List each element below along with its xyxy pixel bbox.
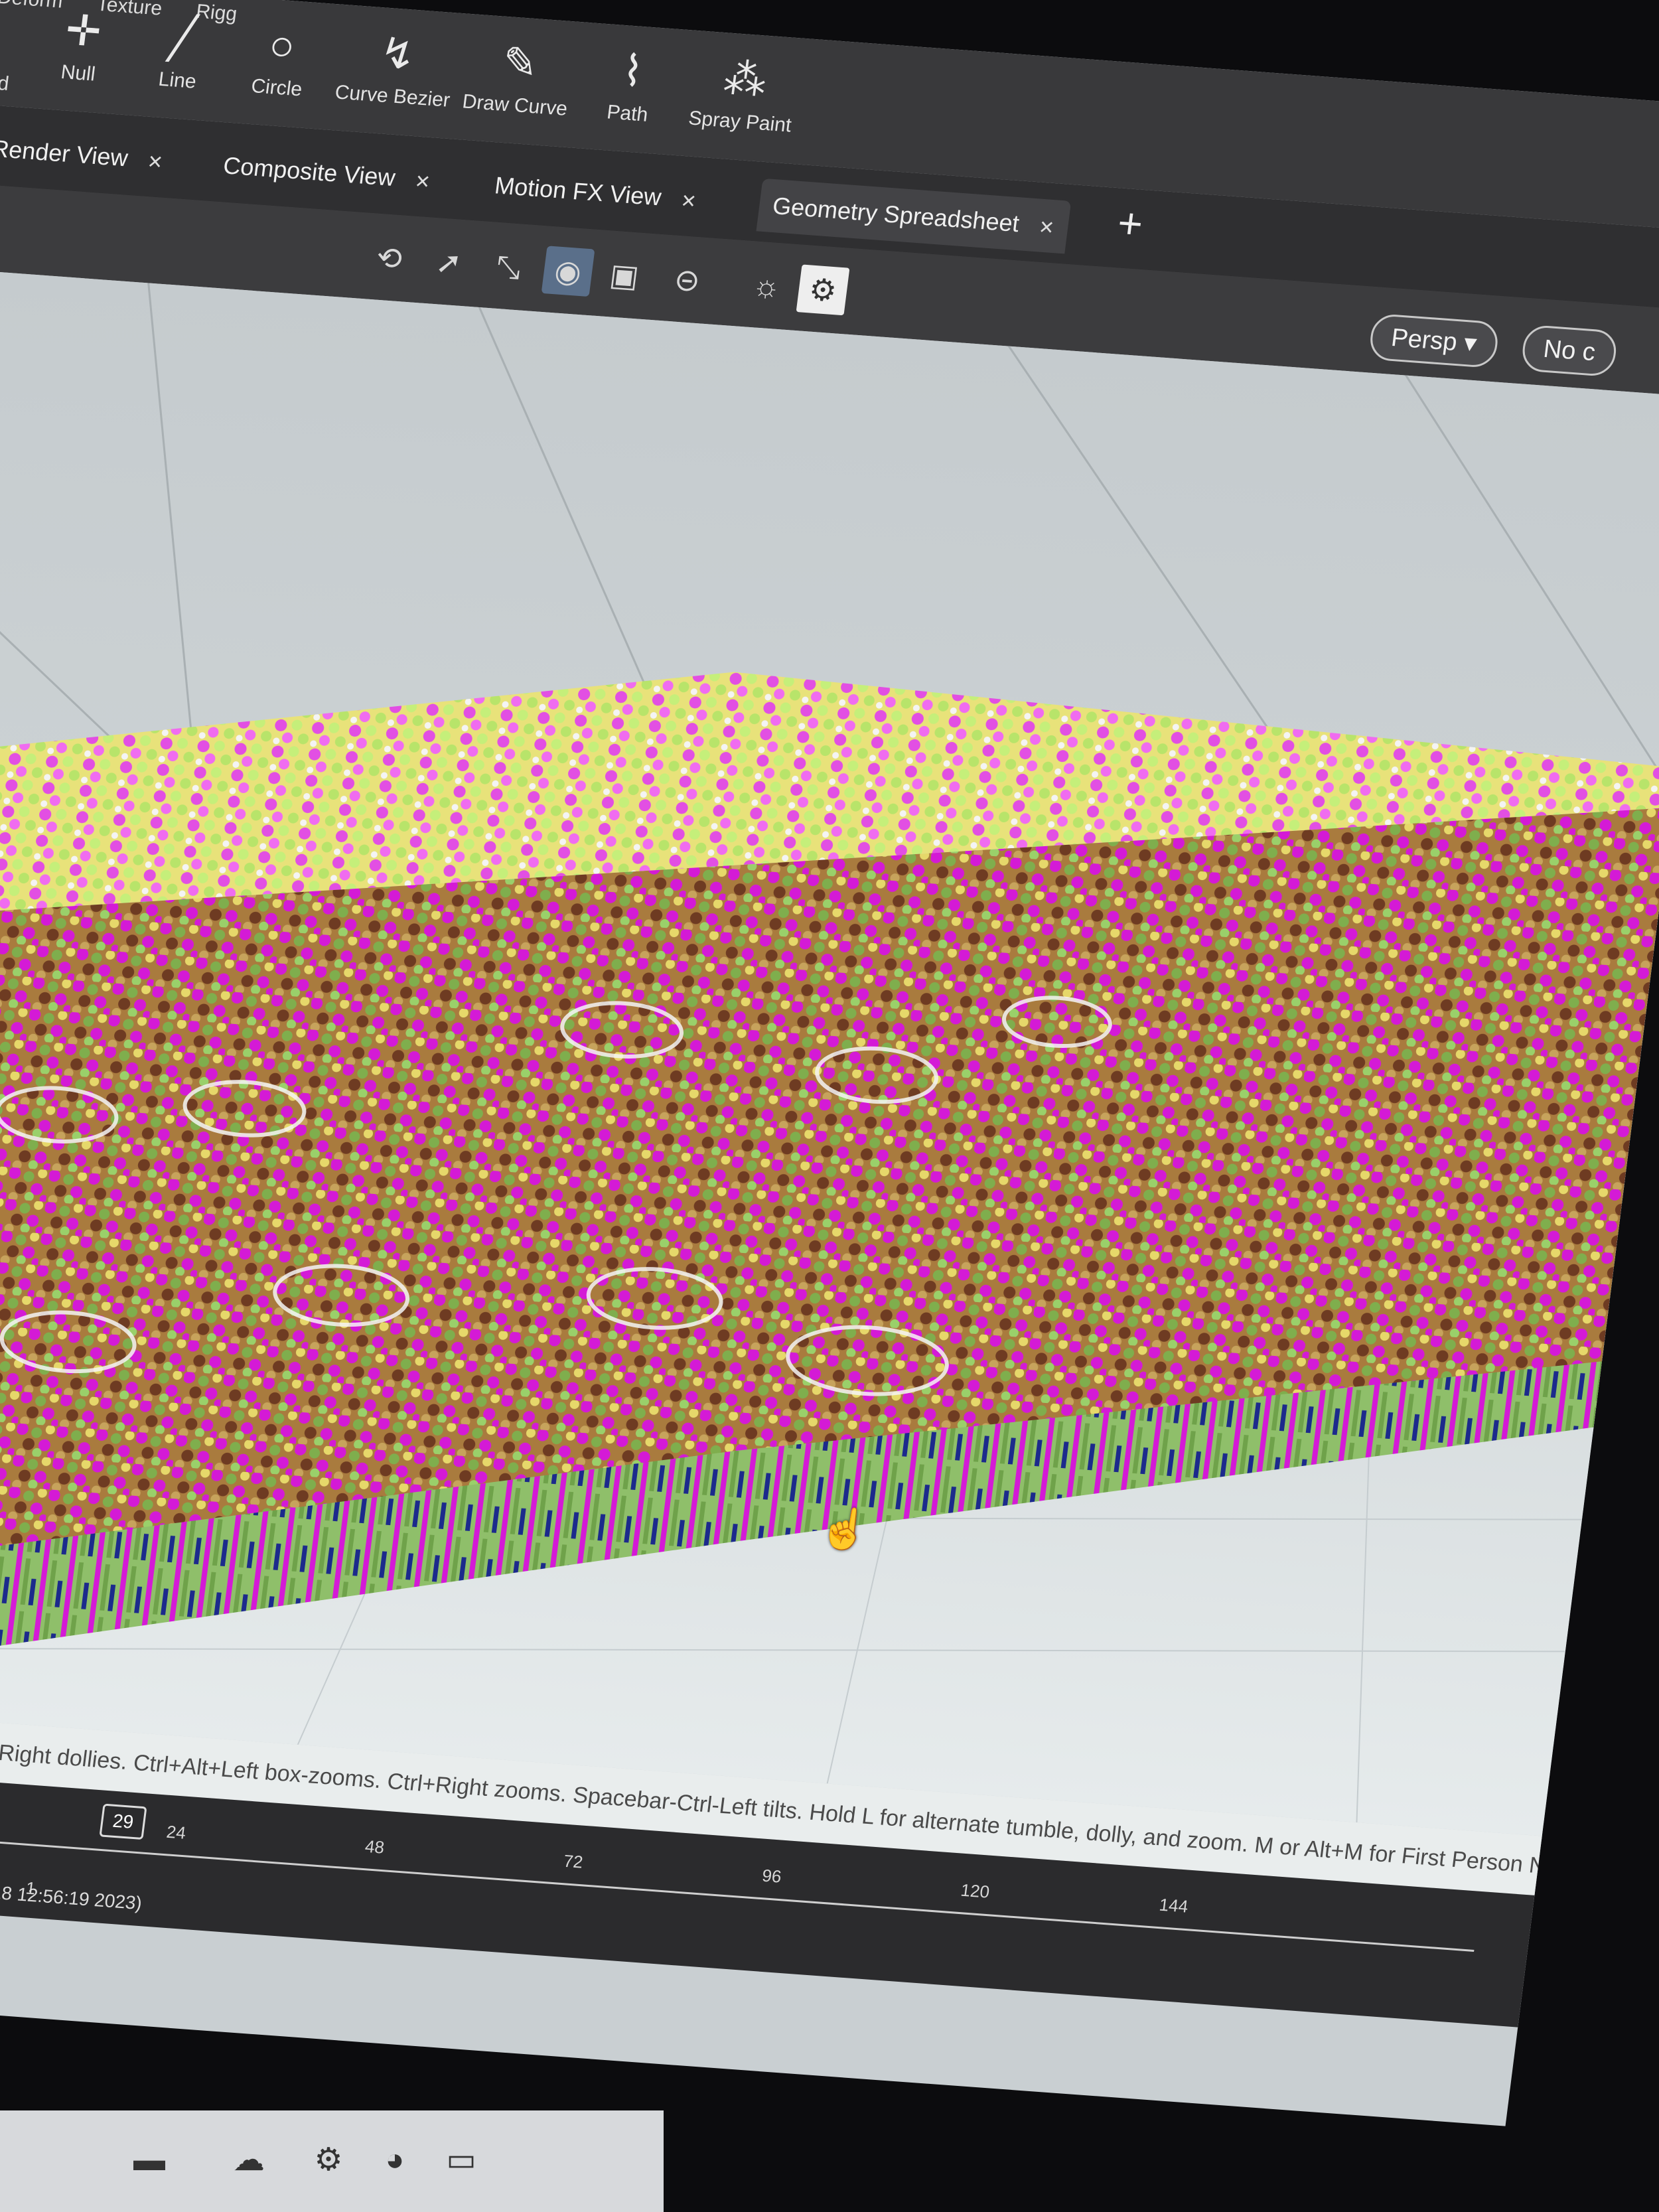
tick-96: 96 <box>760 1865 783 1887</box>
frame-marker[interactable]: 29 <box>99 1803 147 1840</box>
taskbar-app-icon[interactable]: ▬ <box>126 2137 173 2183</box>
tab-motion-fx-view-label: Motion FX View <box>493 171 663 211</box>
line-tool-label: Line <box>157 68 198 93</box>
view-tool-icon[interactable]: ◉ <box>541 246 595 297</box>
houdini-window: Deform Texture Rigg rid ✛ Null ╱ Line ○ … <box>0 0 1659 2126</box>
camera-persp-button[interactable]: Persp ▾ <box>1368 313 1500 369</box>
hand-cursor-icon: ☝ <box>816 1505 872 1553</box>
close-icon[interactable]: ✕ <box>1037 217 1055 239</box>
null-tool-label: Null <box>59 61 97 86</box>
null-tool-button[interactable]: ✛ Null <box>25 0 137 108</box>
null-icon: ✛ <box>62 5 105 56</box>
terminal-icon[interactable]: ▭ <box>438 2137 484 2183</box>
spray-paint-icon: ⁂ <box>721 54 770 105</box>
path-icon: ⌇ <box>619 46 646 96</box>
3d-viewport[interactable]: ☝ <box>0 263 1659 1836</box>
tick-144: 144 <box>1158 1894 1190 1917</box>
tick-72: 72 <box>562 1850 585 1872</box>
path-tool-button[interactable]: ⌇ Path <box>574 36 687 149</box>
curve-bezier-tool-button[interactable]: ↯ Curve Bezier <box>329 18 462 132</box>
close-icon[interactable]: ✕ <box>680 190 697 212</box>
draw-curve-icon: ✎ <box>499 37 541 88</box>
shelf-grid-label: rid <box>0 71 11 96</box>
circle-tool-button[interactable]: ○ Circle <box>223 10 336 123</box>
tick-24: 24 <box>165 1821 187 1843</box>
spray-paint-tool-button[interactable]: ⁂ Spray Paint <box>680 44 806 157</box>
weather-icon[interactable]: ☁ <box>226 2137 272 2183</box>
record-icon[interactable]: ⊝ <box>660 254 714 305</box>
tab-render-view-label: Render View <box>0 134 130 172</box>
circle-icon: ○ <box>266 21 298 70</box>
tumble-tool-icon[interactable]: ⟲ <box>362 233 416 284</box>
monitor-photo: Deform Texture Rigg rid ✛ Null ╱ Line ○ … <box>0 0 1659 2212</box>
no-cam-button[interactable]: No c <box>1520 324 1619 378</box>
transform-tool-icon[interactable]: ⤡ <box>482 242 536 293</box>
draw-curve-tool-button[interactable]: ✎ Draw Curve <box>455 27 581 141</box>
line-tool-button[interactable]: ╱ Line <box>124 3 237 115</box>
handle-tool-icon[interactable]: ▣ <box>597 250 651 301</box>
tick-48: 48 <box>364 1836 386 1858</box>
line-icon: ╱ <box>167 13 199 63</box>
light-icon[interactable]: ☼ <box>740 260 794 311</box>
close-icon[interactable]: ✕ <box>413 171 431 193</box>
close-icon[interactable]: ✕ <box>146 151 164 173</box>
tab-composite-view-label: Composite View <box>222 151 397 192</box>
settings-gear-icon[interactable]: ⚙ <box>305 2137 352 2183</box>
select-tool-icon[interactable]: ➚ <box>422 237 476 288</box>
path-tool-label: Path <box>605 101 650 126</box>
curve-bezier-icon: ↯ <box>377 29 419 79</box>
os-taskbar: ▬ ☁ ⚙ ◕ ▭ <box>0 2110 664 2212</box>
browser-icon[interactable]: ◕ <box>372 2137 418 2183</box>
tab-geometry-spreadsheet-label: Geometry Spreadsheet <box>770 192 1021 238</box>
tick-120: 120 <box>959 1880 991 1902</box>
viewport-grid <box>0 283 1659 1823</box>
circle-tool-label: Circle <box>250 75 304 101</box>
settings-gear-icon[interactable]: ⚙ <box>796 264 850 316</box>
